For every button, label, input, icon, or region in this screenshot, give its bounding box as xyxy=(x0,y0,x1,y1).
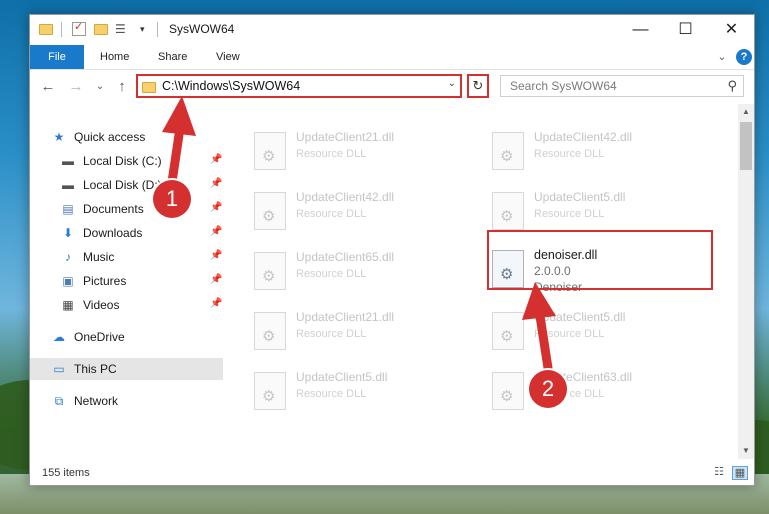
arrow-1-head xyxy=(162,96,196,136)
step-2-badge: 2 xyxy=(529,370,567,408)
arrow-1-shaft xyxy=(167,123,185,187)
annotation-overlay xyxy=(162,96,556,373)
step-1-badge: 1 xyxy=(153,180,191,218)
arrow-2-shaft xyxy=(535,311,553,373)
arrow-2-head xyxy=(522,282,556,320)
